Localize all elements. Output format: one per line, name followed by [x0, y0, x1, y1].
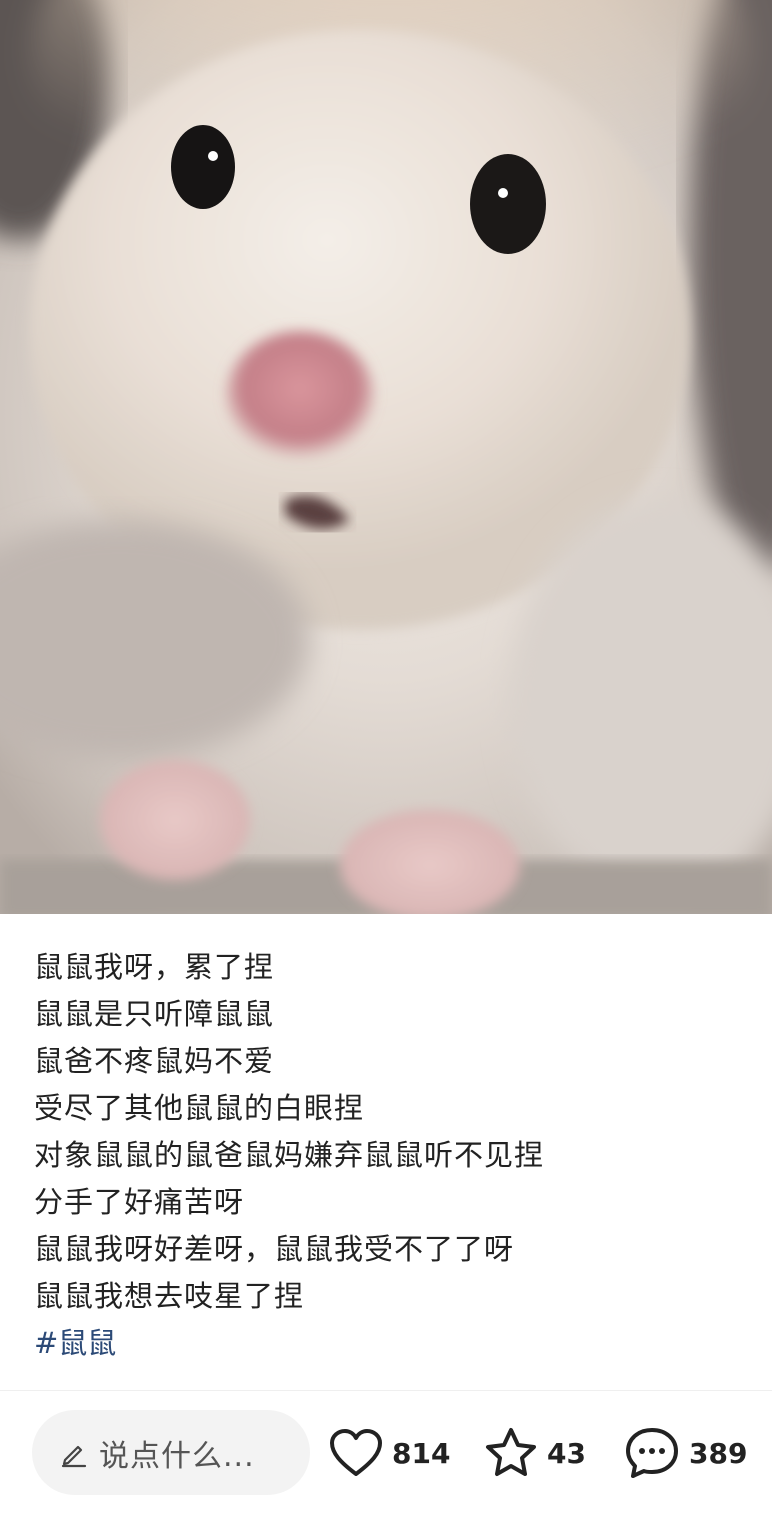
- hamster-photo: [0, 0, 772, 914]
- caption-line: 鼠鼠我呀好差呀，鼠鼠我受不了了呀: [34, 1232, 515, 1266]
- post-caption: 鼠鼠我呀，累了捏 鼠鼠是只听障鼠鼠 鼠爸不疼鼠妈不爱 受尽了其他鼠鼠的白眼捏 对…: [0, 914, 772, 1360]
- caption-line: 鼠鼠我呀，累了捏: [34, 950, 275, 984]
- like-count: 814: [392, 1436, 451, 1470]
- like-button[interactable]: 814: [328, 1421, 450, 1485]
- comment-placeholder: 说点什么...: [99, 1438, 255, 1474]
- hashtag-link[interactable]: #鼠鼠: [34, 1320, 738, 1367]
- comment-button[interactable]: 389: [623, 1421, 747, 1485]
- pen-icon: [61, 1445, 87, 1467]
- heart-icon: [330, 1429, 382, 1476]
- caption-line: 鼠鼠我想去吱星了捏: [34, 1279, 305, 1313]
- caption-line: 分手了好痛苦呀: [34, 1185, 245, 1219]
- favorite-button[interactable]: 43: [483, 1421, 586, 1485]
- caption-line: 受尽了其他鼠鼠的白眼捏: [34, 1091, 365, 1125]
- bottom-action-bar: 说点什么... 814 43 389: [0, 1391, 772, 1515]
- post-image[interactable]: [0, 0, 772, 914]
- star-icon: [486, 1428, 536, 1476]
- comment-input[interactable]: 说点什么...: [32, 1410, 310, 1495]
- caption-line: 鼠鼠是只听障鼠鼠: [34, 997, 275, 1031]
- caption-line: 对象鼠鼠的鼠爸鼠妈嫌弃鼠鼠听不见捏: [34, 1138, 545, 1172]
- comment-count: 389: [689, 1436, 748, 1470]
- comment-bubble-icon: [626, 1428, 678, 1478]
- favorite-count: 43: [547, 1436, 586, 1470]
- caption-line: 鼠爸不疼鼠妈不爱: [34, 1044, 275, 1078]
